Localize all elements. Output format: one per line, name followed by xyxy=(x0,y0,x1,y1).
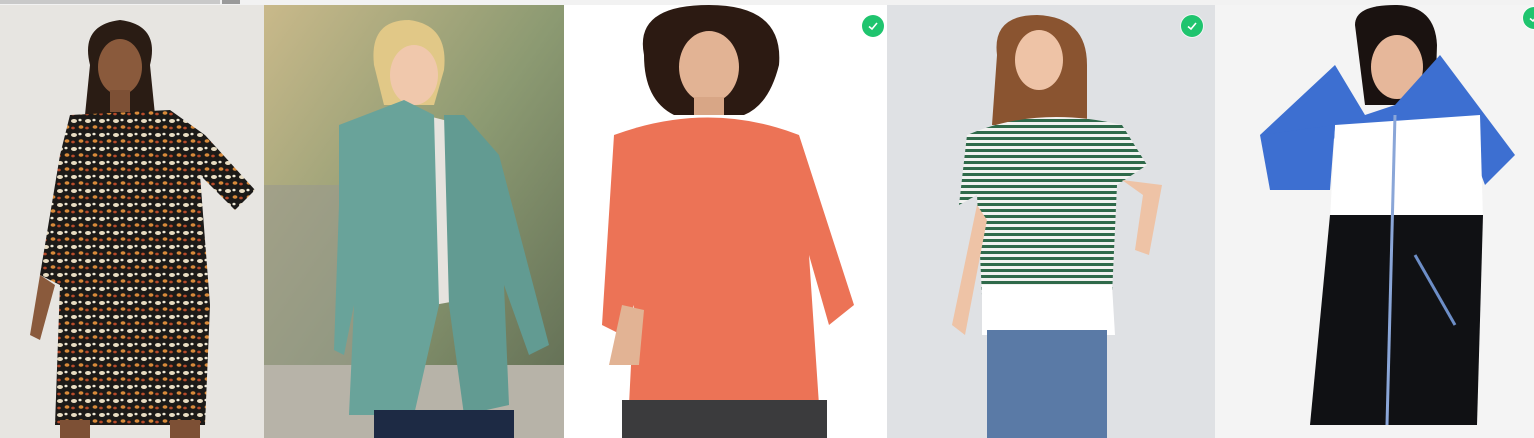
selected-check-badge-4[interactable] xyxy=(1181,15,1203,37)
product-image-3 xyxy=(564,5,887,438)
check-icon xyxy=(868,22,878,31)
product-tile-2[interactable] xyxy=(264,5,564,438)
scroll-thumb[interactable] xyxy=(222,0,240,4)
product-tile-4[interactable] xyxy=(887,5,1215,438)
check-icon xyxy=(1529,17,1534,23)
product-tile-3[interactable] xyxy=(564,5,887,438)
product-tile-1[interactable] xyxy=(0,5,264,438)
product-tile-5[interactable] xyxy=(1215,5,1534,438)
product-image-4 xyxy=(887,5,1215,438)
selected-check-badge-3[interactable] xyxy=(862,15,884,37)
check-icon xyxy=(1187,22,1197,31)
product-image-1 xyxy=(0,5,264,438)
product-image-2 xyxy=(264,5,564,438)
scroll-track-segment xyxy=(0,0,220,4)
product-image-5 xyxy=(1215,5,1534,438)
